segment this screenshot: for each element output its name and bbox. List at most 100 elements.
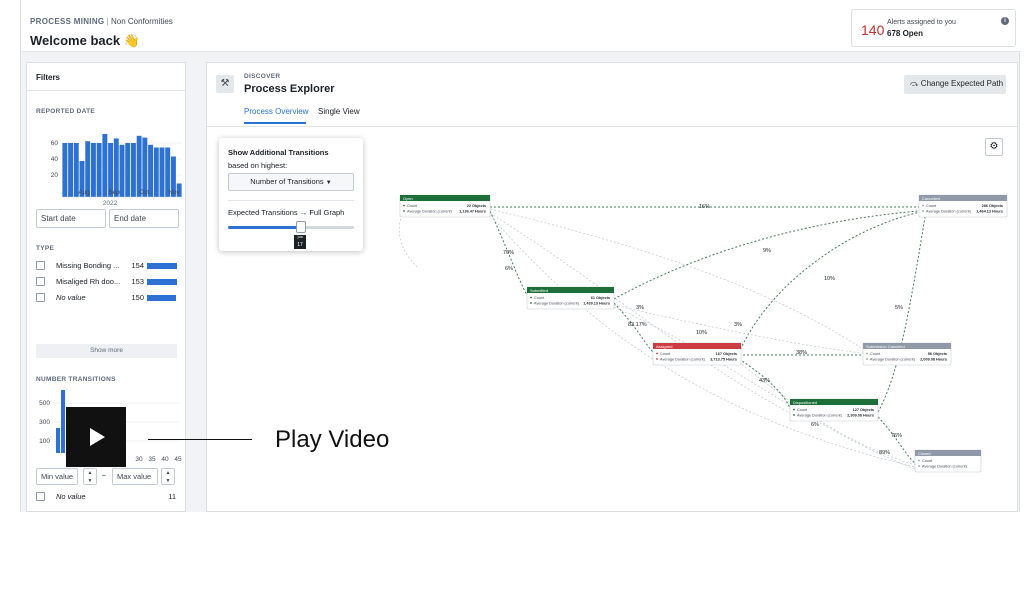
- duration-label: Average Duration (current): [407, 210, 453, 214]
- x-tick: 30: [135, 456, 143, 463]
- duration-dot-icon: [530, 302, 532, 304]
- max-stepper[interactable]: ▲ ▼: [161, 468, 175, 485]
- end-date-input[interactable]: End date: [109, 209, 179, 228]
- type-filter-row[interactable]: Missing Bonding ... 154: [36, 260, 182, 272]
- duration-dot-icon: [793, 414, 795, 416]
- show-more-button[interactable]: Show more: [36, 344, 177, 358]
- histogram-bar[interactable]: [125, 143, 131, 197]
- process-node[interactable]: Submission Canceled Count 56 Objects Averag…: [862, 342, 952, 366]
- process-node[interactable]: Assigned Count 167 Objects Average Duration…: [652, 342, 742, 366]
- count-label: Count: [922, 459, 933, 463]
- checkbox[interactable]: [36, 293, 45, 302]
- count-dot-icon: [866, 352, 868, 355]
- slider-tooltip: >= 17: [294, 235, 306, 249]
- histogram-bar[interactable]: [102, 134, 108, 197]
- count-label: Count: [870, 352, 881, 356]
- process-node[interactable]: Dispositioned Count 127 Objects Average Dur…: [789, 398, 879, 422]
- callout-line: [148, 439, 252, 440]
- count-bar: [147, 279, 177, 285]
- process-node[interactable]: Closed Count Average Duration (current): [914, 449, 982, 473]
- reported-date-histogram[interactable]: 60 40 20 Aug Sep Oct Nov 2022: [32, 118, 182, 208]
- transition-metric-select[interactable]: Number of Transitions ▼: [228, 173, 354, 191]
- popover-title: Show Additional Transitions: [228, 148, 329, 157]
- histogram-bar[interactable]: [61, 390, 65, 453]
- svg-text:6%: 6%: [505, 266, 513, 272]
- alerts-card[interactable]: 140 Alerts assigned to you 678 Open i: [851, 9, 1016, 47]
- histogram-bar[interactable]: [56, 428, 60, 453]
- start-date-input[interactable]: Start date: [36, 209, 106, 228]
- filters-title: Filters: [27, 63, 185, 91]
- number-transitions-title: NUMBER TRANSITIONS: [36, 376, 116, 383]
- type-filter-row[interactable]: Misaliged Rh doo... 153: [36, 276, 182, 288]
- checkbox[interactable]: [36, 492, 45, 501]
- histogram-bar[interactable]: [62, 143, 68, 197]
- svg-text:89%: 89%: [879, 450, 890, 456]
- type-filter-row[interactable]: No value 150: [36, 292, 182, 304]
- y-tick: 500: [39, 400, 50, 407]
- duration-value: 2,009.08 Hours: [920, 358, 947, 362]
- min-stepper[interactable]: ▲ ▼: [83, 468, 97, 485]
- histogram-bar[interactable]: [130, 143, 136, 197]
- node-title: Submission Canceled: [866, 344, 905, 349]
- count-dot-icon: [530, 296, 532, 299]
- process-node[interactable]: Submitted Count 61 Objects Average Duration…: [526, 286, 615, 310]
- count-label: Count: [660, 352, 671, 356]
- duration-value: 1,464.13 Hours: [976, 210, 1003, 214]
- process-node[interactable]: Cancelled Count 286 Objects Average Duratio…: [918, 194, 1008, 218]
- duration-dot-icon: [656, 358, 658, 360]
- count-value: 127 Objects: [853, 408, 874, 412]
- tab-single-view[interactable]: Single View: [318, 107, 360, 116]
- section-kicker: DISCOVER: [244, 73, 281, 80]
- duration-value: 1,439.13 Hours: [583, 302, 610, 306]
- play-video-label: Play Video: [275, 426, 390, 453]
- arrow-right-icon: →: [299, 208, 310, 217]
- reported-date-title: REPORTED DATE: [36, 108, 96, 115]
- range-dash: –: [102, 472, 106, 479]
- count-value: 22 Objects: [467, 204, 486, 208]
- slider-fill: [228, 226, 300, 229]
- count-value: 56 Objects: [928, 352, 947, 356]
- y-tick: 20: [51, 172, 59, 179]
- count-bar: [147, 295, 177, 301]
- svg-text:9%: 9%: [763, 248, 771, 254]
- hammer-icon[interactable]: ⚒: [216, 75, 234, 93]
- duration-dot-icon: [866, 358, 868, 360]
- chevron-down-icon: ▼: [325, 180, 332, 186]
- y-tick: 300: [39, 419, 50, 426]
- product-name[interactable]: PROCESS MINING: [30, 17, 104, 26]
- month-label: Aug: [78, 189, 90, 196]
- month-label: Nov: [168, 189, 180, 196]
- svg-text:3%: 3%: [636, 305, 644, 311]
- duration-dot-icon: [403, 210, 405, 212]
- duration-value: 1,136.47 Hours: [459, 210, 486, 214]
- y-tick: 100: [39, 438, 50, 445]
- info-icon[interactable]: i: [1001, 17, 1009, 25]
- count-value: 167 Objects: [716, 352, 737, 356]
- histogram-bar[interactable]: [159, 147, 165, 198]
- change-expected-path-button[interactable]: ⤼ Change Expected Path: [904, 75, 1006, 94]
- checkbox[interactable]: [36, 277, 45, 286]
- histogram-bar[interactable]: [90, 143, 96, 197]
- count-label: Count: [534, 296, 545, 300]
- histogram-bar[interactable]: [119, 144, 125, 197]
- checkbox[interactable]: [36, 261, 45, 270]
- histogram-bar[interactable]: [68, 143, 74, 197]
- active-tab-indicator: [244, 122, 306, 124]
- page-title: Process Explorer: [244, 83, 335, 95]
- no-value-row[interactable]: No value 11: [36, 491, 182, 503]
- histogram-bar[interactable]: [153, 147, 159, 198]
- section-name[interactable]: Non Conformities: [111, 17, 173, 26]
- max-value-input[interactable]: Max value: [112, 468, 158, 485]
- process-node[interactable]: Open Count 22 Objects Average Duration (cur…: [399, 194, 491, 218]
- count-bar: [147, 263, 177, 269]
- tab-process-overview[interactable]: Process Overview: [244, 107, 308, 116]
- node-title: Open: [403, 196, 413, 201]
- histogram-bar[interactable]: [96, 143, 102, 197]
- breadcrumb: PROCESS MINING | Non Conformities: [30, 17, 173, 26]
- min-value-input[interactable]: Min value: [36, 468, 78, 485]
- play-video-button[interactable]: [66, 407, 126, 467]
- node-title: Closed: [918, 451, 930, 456]
- histogram-bar[interactable]: [136, 135, 142, 197]
- duration-label: Average Duration (current): [797, 414, 843, 418]
- slider-handle[interactable]: [296, 221, 306, 233]
